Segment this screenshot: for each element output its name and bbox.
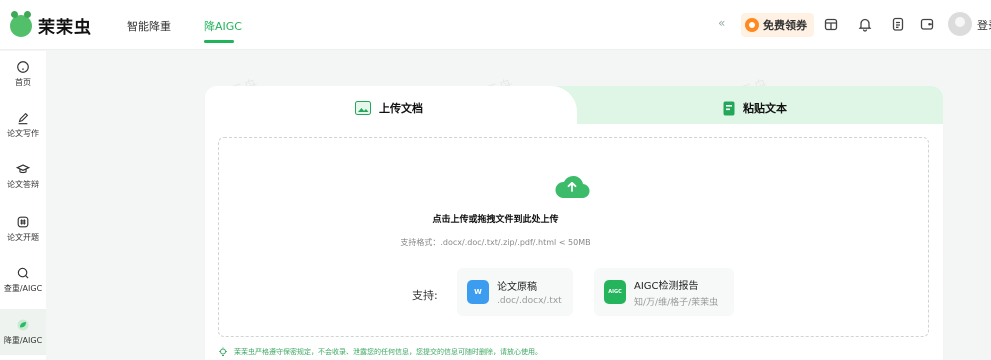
support-type-paper: W 论文原稿 .doc/.docx/.txt: [457, 268, 573, 316]
privacy-notice: 茉茉虫严格遵守保密规定，不会收录、泄露您的任何信息，您提交的信息可随时删除，请放…: [218, 347, 542, 357]
aigc-icon: AIGC: [604, 280, 626, 304]
cube-icon[interactable]: [823, 16, 839, 32]
support-type-formats: 知/万/维/格子/茉茉虫: [634, 297, 719, 308]
logo-text: 茉茉虫: [38, 18, 92, 38]
sidebar-item-check-aigc[interactable]: 查重/AIGC: [0, 257, 46, 303]
sidebar-item-home[interactable]: 首页: [0, 51, 46, 97]
cloud-upload-icon[interactable]: [554, 172, 590, 200]
support-type-aigc-report: AIGC AIGC检测报告 知/万/维/格子/茉茉虫: [594, 268, 734, 316]
bell-icon[interactable]: [857, 16, 873, 32]
search-icon: [17, 267, 29, 279]
coupon-label: 免费领券: [763, 19, 807, 32]
sidebar-item-label: 首页: [15, 78, 31, 87]
leaf-icon: [17, 319, 29, 331]
home-icon: [17, 61, 29, 73]
tab-upload-text: 上传文档: [379, 102, 423, 115]
collapse-icon[interactable]: «: [718, 16, 725, 30]
tab-smart-rewrite[interactable]: 智能降重: [127, 18, 171, 34]
support-type-formats: .doc/.docx/.txt: [497, 296, 562, 306]
support-type-name: 论文原稿: [497, 282, 537, 293]
sidebar-item-label: 论文答辩: [7, 180, 39, 189]
logo[interactable]: 茉茉虫: [10, 10, 92, 38]
coupon-icon: [745, 18, 759, 32]
sidebar: 首页 论文写作 论文答辩 论文开题 查重/AIGC 降重/AIGC: [0, 51, 46, 360]
logo-icon: [10, 10, 32, 37]
tab-reduce-aigc[interactable]: 降AIGC: [204, 18, 242, 34]
sidebar-item-reduce-aigc[interactable]: 降重/AIGC: [0, 309, 46, 355]
upload-format-hint: 支持格式：.docx/.doc/.txt/.zip/.pdf/.html < 5…: [400, 238, 591, 247]
sidebar-item-label: 降重/AIGC: [3, 336, 43, 345]
support-type-name: AIGC检测报告: [634, 280, 699, 292]
paste-icon: [723, 101, 735, 115]
tab-upload-label[interactable]: 上传文档: [355, 100, 423, 116]
grad-cap-icon: [16, 164, 30, 174]
support-label: 支持:: [412, 289, 438, 302]
tab-paste-text-label: 粘贴文本: [743, 102, 787, 115]
upload-title: 点击上传或拖拽文件到此处上传: [432, 215, 559, 225]
wallet-icon[interactable]: [919, 16, 935, 32]
avatar[interactable]: [948, 12, 972, 36]
sidebar-item-thesis-defense[interactable]: 论文答辩: [0, 153, 46, 199]
sidebar-item-label: 查重/AIGC: [3, 284, 43, 293]
clipboard-icon[interactable]: [890, 16, 906, 32]
login-link[interactable]: 登录: [977, 17, 991, 33]
sidebar-item-label: 论文写作: [7, 129, 39, 138]
privacy-notice-text: 茉茉虫严格遵守保密规定，不会收录、泄露您的任何信息，您提交的信息可随时删除，请放…: [234, 348, 542, 356]
sidebar-item-paper-writing[interactable]: 论文写作: [0, 102, 46, 148]
tab-paste-label[interactable]: 粘贴文本: [723, 100, 787, 116]
free-coupon-button[interactable]: 免费领券: [741, 13, 814, 37]
word-icon: W: [467, 280, 489, 304]
lightbulb-icon: [219, 347, 227, 356]
active-tab-indicator: [204, 40, 234, 43]
image-upload-icon: [355, 101, 371, 115]
pen-icon: [18, 112, 29, 125]
top-header: 茉茉虫 智能降重 降AIGC « 免费领券 登录: [0, 0, 991, 50]
